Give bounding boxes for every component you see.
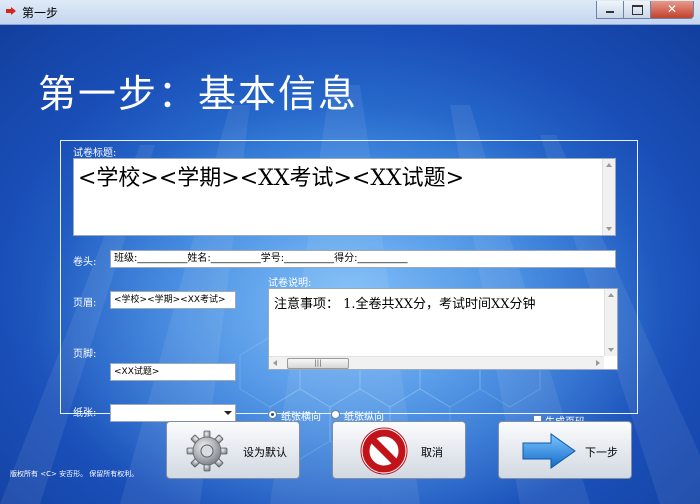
- set-default-label: 设为默认: [243, 446, 287, 459]
- close-button[interactable]: ✕: [651, 1, 694, 19]
- exam-notes-hscrollbar[interactable]: |||: [269, 356, 604, 369]
- app-window: 第一步 ✕ 第一步：基本信息 试卷标题: <学校><学期><XX考试><XX试题…: [0, 0, 700, 504]
- header-input[interactable]: 班级:__________姓名:__________学号:__________得…: [110, 250, 616, 268]
- minimize-button[interactable]: [596, 1, 624, 19]
- cancel-button[interactable]: 取消: [332, 421, 466, 479]
- scroll-up-icon: [608, 293, 614, 297]
- scroll-left-icon: [273, 360, 277, 366]
- settings-panel: 试卷标题: <学校><学期><XX考试><XX试题> 卷头: 班级:______…: [60, 140, 638, 428]
- minimize-icon: [606, 11, 614, 13]
- exam-title-label: 试卷标题:: [73, 148, 117, 159]
- exam-notes-textarea[interactable]: 注意事项： 1.全卷共XX分，考试时间XX分钟 |||: [268, 288, 618, 370]
- app-icon: [6, 7, 16, 15]
- arrow-right-icon: [522, 433, 576, 469]
- scroll-down-icon: [606, 227, 612, 231]
- page-header-label: 页眉:: [73, 298, 97, 309]
- page-header-input[interactable]: <学校><学期><XX考试>: [110, 291, 236, 309]
- exam-notes-vscrollbar[interactable]: [604, 289, 617, 356]
- exam-notes-text: 注意事项： 1.全卷共XX分，考试时间XX分钟: [274, 297, 536, 312]
- portrait-radio[interactable]: [331, 410, 340, 419]
- window-controls: ✕: [596, 1, 694, 19]
- exam-title-textarea[interactable]: <学校><学期><XX考试><XX试题>: [73, 158, 616, 236]
- window-title: 第一步: [22, 6, 59, 20]
- scroll-thumb[interactable]: |||: [287, 358, 349, 369]
- close-icon: ✕: [666, 2, 678, 16]
- page-footer-input[interactable]: <XX试题>: [110, 363, 236, 381]
- scroll-right-icon: [596, 360, 600, 366]
- paper-label: 纸张:: [73, 408, 97, 419]
- maximize-button[interactable]: [624, 1, 651, 19]
- page-title: 第一步：基本信息: [38, 72, 359, 116]
- no-entry-icon: [360, 427, 408, 475]
- landscape-radio[interactable]: [268, 410, 277, 419]
- scroll-down-icon: [608, 348, 614, 352]
- maximize-icon: [632, 5, 643, 15]
- exam-title-text: <学校><学期><XX考试><XX试题>: [78, 166, 465, 191]
- copyright-text: 版权所有 <C> 安否形。 保留所有权利。: [10, 470, 139, 478]
- cancel-label: 取消: [421, 446, 443, 459]
- page-footer-label: 页脚:: [73, 349, 97, 360]
- set-default-button[interactable]: 设为默认: [166, 421, 300, 479]
- exam-notes-label: 试卷说明:: [268, 278, 312, 289]
- gear-icon: [186, 430, 228, 472]
- wizard-body: 第一步：基本信息 试卷标题: <学校><学期><XX考试><XX试题> 卷头: …: [0, 25, 700, 504]
- scroll-up-icon: [606, 163, 612, 167]
- next-button[interactable]: 下一步: [498, 421, 632, 479]
- next-label: 下一步: [585, 446, 618, 459]
- paper-select[interactable]: [110, 404, 236, 422]
- title-bar: 第一步 ✕: [0, 0, 700, 25]
- chevron-down-icon: [224, 411, 232, 415]
- header-label: 卷头:: [73, 257, 97, 268]
- exam-title-scrollbar[interactable]: [602, 159, 615, 235]
